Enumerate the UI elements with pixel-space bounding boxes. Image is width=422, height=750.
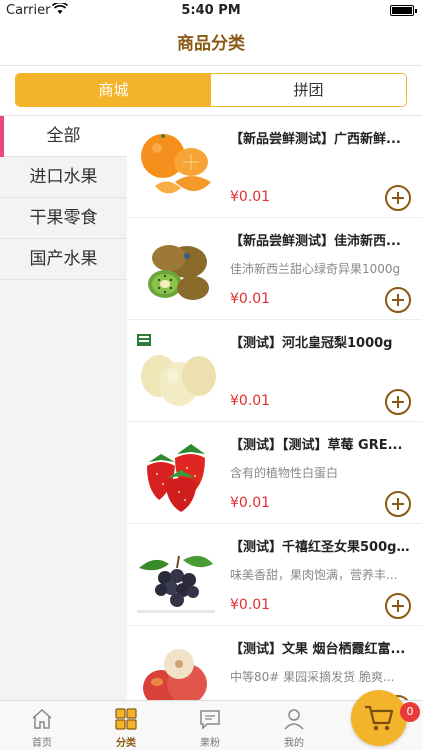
product-title: 【新品尝鲜测试】佳沛新西... [230,234,401,249]
product-title: 【新品尝鲜测试】广西新鲜... [230,132,401,147]
tab-category[interactable]: 分类 [84,701,168,750]
segment-tab-mall[interactable]: 商城 [16,74,211,106]
sidebar-item-all[interactable]: 全部 [0,116,127,157]
cart-count-badge: 0 [400,702,420,722]
product-row[interactable]: 【新品尝鲜测试】广西新鲜... ¥0.01 [127,116,422,218]
product-desc: 含有的植物性白蛋白 [230,466,339,480]
product-image-kiwi [135,228,217,310]
product-price: ¥0.01 [230,597,271,613]
product-title: 【测试】千禧红圣女果500g... [230,540,410,555]
product-image-apple [135,636,217,700]
tab-label: 我的 [284,738,304,749]
product-row[interactable]: 【测试】【测试】草莓 GRE... 含有的植物性白蛋白 ¥0.01 [127,422,422,524]
chat-icon [198,707,222,731]
add-to-cart-button[interactable] [385,185,411,211]
category-icon [114,707,138,731]
cart-button[interactable] [351,690,407,746]
tab-mine[interactable]: 我的 [252,701,336,750]
tab-fans[interactable]: 果粉 [168,701,252,750]
category-sidebar: 全部 进口水果 干果零食 国产水果 [0,116,127,700]
tab-label: 首页 [32,738,52,749]
product-row[interactable]: 【新品尝鲜测试】佳沛新西... 佳沛新西兰甜心绿奇异果1000g ¥0.01 [127,218,422,320]
page-title: 商品分类 [0,22,422,66]
product-row[interactable]: 【测试】河北皇冠梨1000g ¥0.01 [127,320,422,422]
product-price: ¥0.01 [230,189,271,205]
add-to-cart-button[interactable] [385,491,411,517]
product-list: 【新品尝鲜测试】广西新鲜... ¥0.01 【新品尝鲜测试】佳沛新西... 佳沛… [127,116,422,700]
product-price: ¥0.01 [230,393,271,409]
user-icon [282,707,306,731]
battery-icon [390,5,417,16]
product-desc: 中等80# 果园采摘发货 脆爽... [230,670,395,684]
sidebar-item-domestic-fruit[interactable]: 国产水果 [0,239,127,280]
product-desc: 佳沛新西兰甜心绿奇异果1000g [230,262,401,276]
product-title: 【测试】河北皇冠梨1000g [230,336,393,351]
product-image-grape [135,534,217,616]
product-row[interactable]: 【测试】千禧红圣女果500g... 味美香甜，果肉饱满，营养丰... ¥0.01 [127,524,422,626]
tab-label: 分类 [116,738,136,749]
status-bar: Carrier 5:40 PM [0,0,422,22]
store-type-segment: 商城 拼团 [15,73,407,107]
add-to-cart-button[interactable] [385,287,411,313]
tab-home[interactable]: 首页 [0,701,84,750]
product-row[interactable]: 【测试】文果 烟台栖霞红富... 中等80# 果园采摘发货 脆爽... [127,626,422,700]
product-price: ¥0.01 [230,495,271,511]
home-icon [30,707,54,731]
add-to-cart-button[interactable] [385,593,411,619]
product-title: 【测试】【测试】草莓 GRE... [230,438,403,453]
product-image-pear [135,330,217,412]
add-to-cart-button[interactable] [385,389,411,415]
product-image-orange [135,126,217,208]
product-image-strawberry [135,432,217,514]
clock: 5:40 PM [181,3,241,18]
product-desc: 味美香甜，果肉饱满，营养丰... [230,568,398,582]
product-title: 【测试】文果 烟台栖霞红富... [230,642,406,657]
product-price: ¥0.01 [230,291,271,307]
sidebar-item-dried-snacks[interactable]: 干果零食 [0,198,127,239]
tab-label: 果粉 [200,738,220,749]
segment-tab-group-buy[interactable]: 拼团 [211,74,406,106]
sidebar-item-imported-fruit[interactable]: 进口水果 [0,157,127,198]
